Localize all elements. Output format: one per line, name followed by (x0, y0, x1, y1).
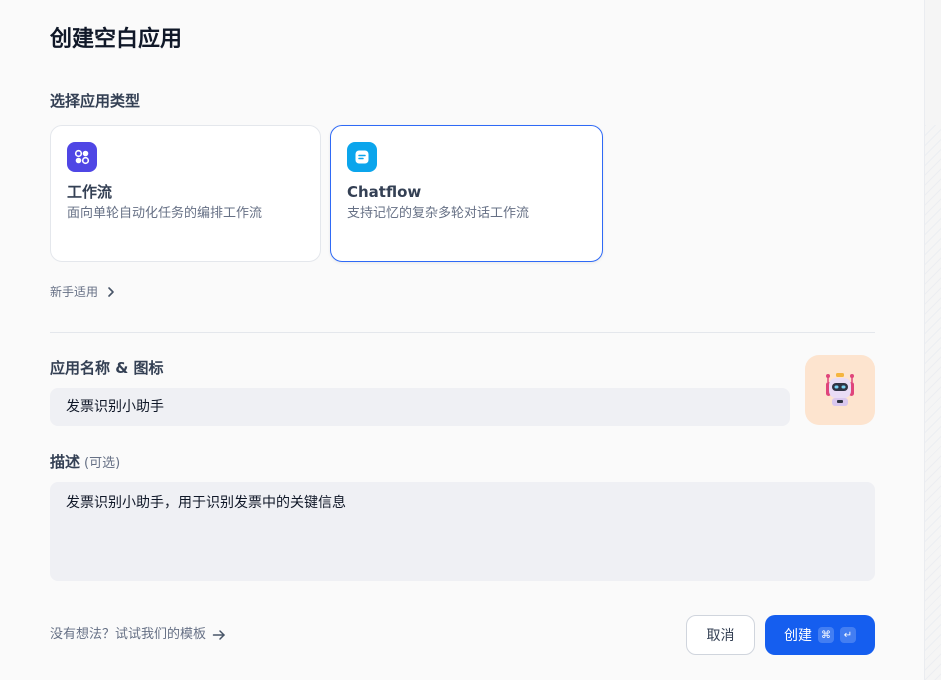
app-name-input[interactable]: 发票识别小助手 (50, 388, 790, 426)
divider (50, 332, 875, 333)
dialog-title: 创建空白应用 (50, 27, 183, 52)
card-description: 支持记忆的复杂多轮对话工作流 (347, 206, 530, 221)
app-type-card-chatflow[interactable]: Chatflow 支持记忆的复杂多轮对话工作流 (330, 125, 603, 262)
beginner-link[interactable]: 新手适用 (50, 283, 116, 301)
card-title: 工作流 (67, 183, 113, 201)
description-label: 描述 (可选) (50, 451, 120, 475)
enter-key-icon: ↵ (840, 627, 856, 643)
card-description: 面向单轮自动化任务的编排工作流 (67, 206, 263, 221)
cancel-button[interactable]: 取消 (686, 615, 755, 655)
command-key-icon: ⌘ (818, 627, 834, 643)
app-type-card-workflow[interactable]: 工作流 面向单轮自动化任务的编排工作流 (50, 125, 321, 262)
workflow-icon (67, 142, 97, 172)
template-link-label: 没有想法？试试我们的模板 (50, 627, 207, 642)
description-label-text: 描述 (50, 453, 81, 471)
template-link[interactable]: 没有想法？试试我们的模板 (50, 625, 226, 645)
arrow-right-icon (212, 630, 225, 640)
optional-hint: (可选) (84, 456, 121, 471)
description-textarea[interactable]: 发票识别小助手，用于识别发票中的关键信息 (50, 482, 875, 581)
chatflow-icon (347, 142, 377, 172)
side-panel-edge (924, 0, 941, 680)
card-title: Chatflow (347, 183, 422, 201)
robot-icon (826, 373, 854, 406)
hatch-pattern (925, 125, 941, 680)
create-button-label: 创建 (784, 628, 812, 644)
app-name-label: 应用名称 & 图标 (50, 359, 164, 377)
create-button[interactable]: 创建 ⌘ ↵ (765, 615, 875, 655)
beginner-label: 新手适用 (50, 285, 99, 299)
app-icon-picker[interactable] (805, 355, 875, 425)
chevron-right-icon (108, 287, 114, 297)
app-type-label: 选择应用类型 (50, 92, 141, 110)
